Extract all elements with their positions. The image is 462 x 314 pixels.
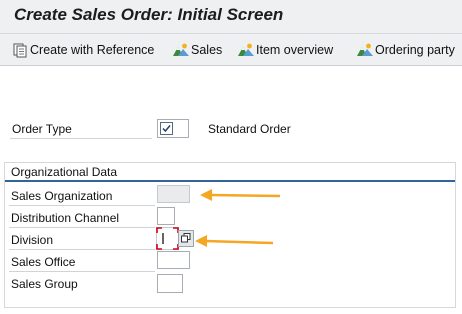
row-underline (9, 249, 155, 250)
distribution-channel-field[interactable] (157, 207, 175, 225)
item-overview-label: Item overview (256, 43, 334, 57)
sales-office-label: Sales Office (11, 255, 76, 269)
division-field[interactable] (156, 227, 179, 250)
create-with-reference-button[interactable]: Create with Reference (12, 40, 154, 60)
annotation-arrow-icon (195, 235, 274, 247)
distribution-channel-label: Distribution Channel (11, 211, 120, 225)
row-underline (9, 227, 155, 228)
ordering-party-button[interactable]: Ordering party (357, 40, 455, 60)
annotation-arrow-icon (200, 189, 281, 201)
focus-frame-icon (156, 227, 179, 250)
document-ref-icon (12, 42, 28, 58)
group-title-divider (5, 180, 455, 182)
item-overview-button[interactable]: Item overview (238, 40, 333, 60)
title-bar: Create Sales Order: Initial Screen (0, 0, 462, 34)
sales-office-field[interactable] (157, 251, 190, 269)
create-with-reference-label: Create with Reference (30, 43, 155, 57)
value-help-icon[interactable] (178, 230, 194, 247)
order-type-description: Standard Order (208, 122, 291, 136)
mountain-icon (173, 42, 189, 58)
sales-button[interactable]: Sales (173, 40, 222, 60)
order-type-label: Order Type (12, 122, 72, 136)
sales-group-field[interactable] (157, 274, 183, 293)
row-underline (9, 271, 155, 272)
row-underline (9, 205, 155, 206)
sales-group-label: Sales Group (11, 277, 78, 291)
ordering-party-label: Ordering party (375, 43, 455, 57)
mountain-icon (238, 42, 254, 58)
sales-label: Sales (191, 43, 223, 57)
group-title: Organizational Data (11, 165, 118, 179)
application-toolbar: Create with Reference Sales Item overvie… (0, 34, 462, 66)
sales-organization-label: Sales Organization (11, 189, 113, 203)
order-type-field[interactable] (157, 119, 189, 138)
page-title: Create Sales Order: Initial Screen (14, 5, 284, 24)
division-label: Division (11, 233, 54, 247)
order-type-underline (10, 138, 152, 139)
sales-organization-field[interactable] (157, 185, 190, 203)
checkmark-icon (160, 122, 173, 138)
mountain-icon (357, 42, 373, 58)
main-area: Order Type Standard Order Organizational… (0, 67, 462, 314)
